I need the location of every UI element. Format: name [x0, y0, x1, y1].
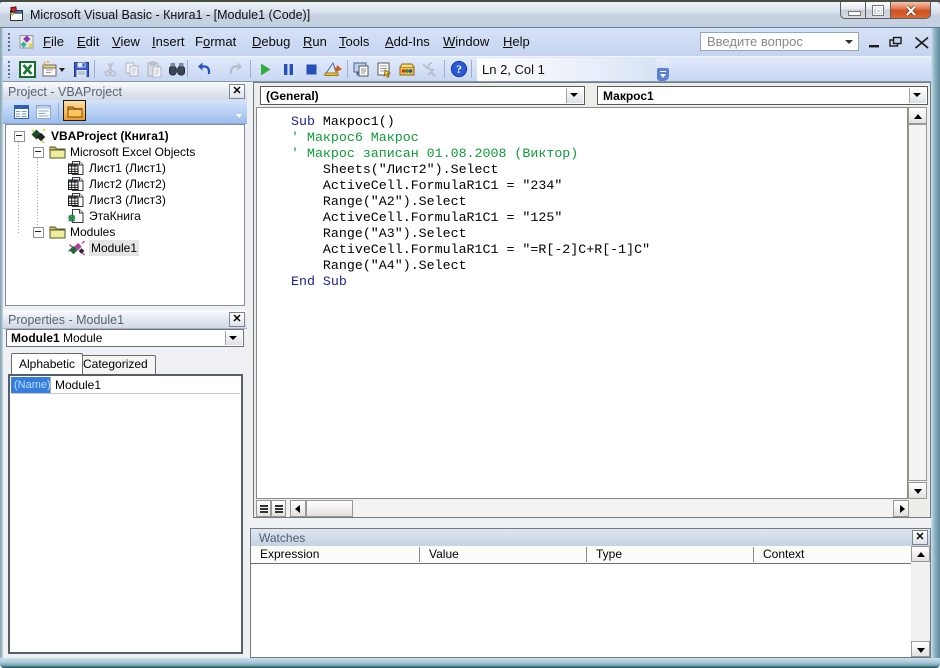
svg-text:?: ?: [456, 64, 462, 76]
